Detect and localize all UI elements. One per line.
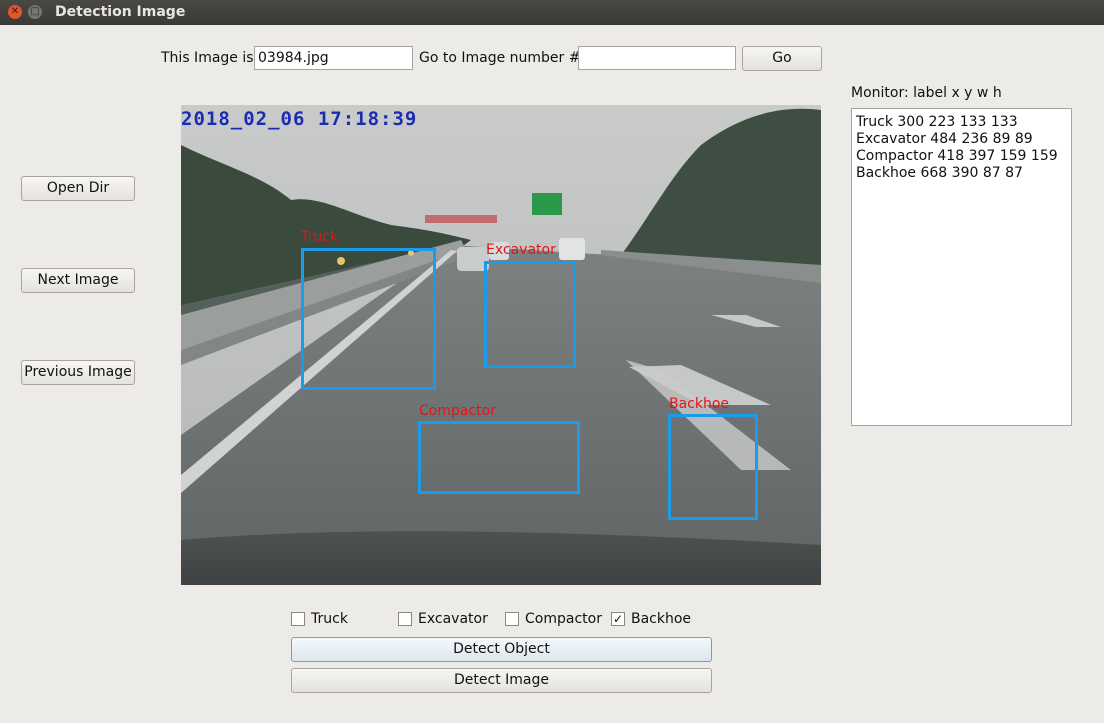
- checkbox-square[interactable]: ✓: [611, 612, 625, 626]
- this-image-label: This Image is: [161, 50, 254, 66]
- checkbox-label: Backhoe: [631, 611, 692, 627]
- goto-image-input[interactable]: [578, 46, 736, 70]
- excavator-box-label: Excavator: [486, 242, 556, 258]
- compactor-box-label: Compactor: [419, 403, 496, 419]
- truck-box-label: Truck: [301, 229, 338, 245]
- window-title: Detection Image: [55, 4, 186, 20]
- checkbox-square[interactable]: [291, 612, 305, 626]
- go-button[interactable]: Go: [742, 46, 822, 71]
- detect-object-button[interactable]: Detect Object: [291, 637, 712, 662]
- excavator-bounding-box: [484, 261, 576, 368]
- backhoe-bounding-box: [668, 414, 758, 520]
- image-name-field[interactable]: [254, 46, 413, 70]
- compactor-bounding-box: [418, 421, 580, 494]
- backhoe-checkbox[interactable]: ✓ Backhoe: [611, 611, 691, 627]
- open-dir-button[interactable]: Open Dir: [21, 176, 135, 201]
- detection-image: 2018_02_06 17:18:39 Truck Excavator Comp…: [181, 105, 821, 585]
- compactor-checkbox[interactable]: Compactor: [505, 611, 602, 627]
- truck-checkbox[interactable]: Truck: [291, 611, 348, 627]
- monitor-line: Backhoe 668 390 87 87: [856, 165, 1023, 181]
- title-bar: ✕ □ Detection Image: [0, 0, 1104, 25]
- excavator-checkbox[interactable]: Excavator: [398, 611, 488, 627]
- checkbox-square[interactable]: [505, 612, 519, 626]
- detect-image-button[interactable]: Detect Image: [291, 668, 712, 693]
- monitor-header: Monitor: label x y w h: [851, 85, 1002, 101]
- truck-bounding-box: [301, 248, 436, 390]
- goto-label: Go to Image number #: [419, 50, 581, 66]
- checkbox-label: Truck: [311, 611, 348, 627]
- close-icon[interactable]: ✕: [8, 5, 22, 19]
- checkbox-square[interactable]: [398, 612, 412, 626]
- monitor-line: Truck 300 223 133 133: [856, 114, 1018, 130]
- backhoe-box-label: Backhoe: [669, 396, 730, 412]
- monitor-text-area[interactable]: Truck 300 223 133 133 Excavator 484 236 …: [851, 108, 1072, 426]
- maximize-icon[interactable]: □: [28, 5, 42, 19]
- checkbox-label: Excavator: [418, 611, 488, 627]
- timestamp-overlay: 2018_02_06 17:18:39: [181, 108, 418, 130]
- monitor-line: Excavator 484 236 89 89: [856, 131, 1033, 147]
- next-image-button[interactable]: Next Image: [21, 268, 135, 293]
- checkbox-label: Compactor: [525, 611, 602, 627]
- monitor-line: Compactor 418 397 159 159: [856, 148, 1058, 164]
- previous-image-button[interactable]: Previous Image: [21, 360, 135, 385]
